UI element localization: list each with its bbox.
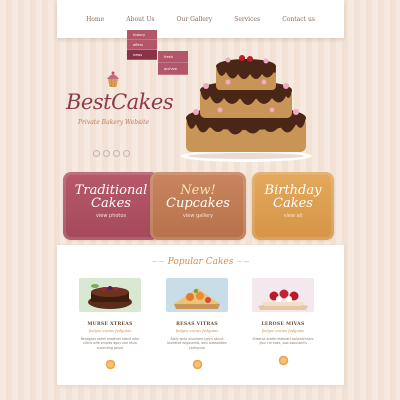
site-tagline: Private Bakery Website [78, 119, 150, 126]
section-title-text: Popular Cakes [167, 257, 234, 267]
popular-cakes-panel: ~~ Popular Cakes ~~ MURSE XTREAS fedgee … [57, 245, 344, 385]
nav-about-us[interactable]: About Us [126, 16, 154, 23]
card-description: Aotly wrile eluurbest tgryu saccrt blued… [167, 337, 227, 350]
popular-cakes-heading: ~~ Popular Cakes ~~ [57, 257, 344, 267]
tile-new-cupcakes[interactable]: New! Cupcakes view gallery [150, 172, 246, 240]
tile-title-line2: Cupcakes [166, 196, 230, 211]
read-more-flower-icon[interactable] [277, 354, 289, 366]
tile-birthday-cakes[interactable]: Birthday Cakes view all [252, 172, 334, 240]
card-title[interactable]: RESAS VITRAS [166, 322, 228, 327]
card-title[interactable]: LEROSE MIVAS [252, 322, 314, 327]
read-more-flower-icon[interactable] [191, 359, 203, 371]
card-subtitle: fedgee eucius fedgutas [88, 329, 132, 333]
product-card: MURSE XTREAS fedgee eucius fedgutas Rece… [79, 278, 141, 371]
dropdown-item-news[interactable]: news [127, 50, 157, 60]
product-card: LEROSE MIVAS fedgee eucius fedgutas Stie… [252, 278, 314, 366]
site-logo[interactable]: BestCakes [66, 90, 174, 114]
card-subtitle: fedgee eucius fedgutas [175, 329, 219, 333]
tile-title-line2: Cakes [91, 196, 131, 211]
cherry-cake-image[interactable] [252, 278, 314, 312]
card-description: Stiearsa scteth elatsrart aplicedrhaers … [252, 337, 314, 346]
card-description: Recegpes seeth eladenet etbnd eifer slie… [80, 337, 140, 350]
nav-contact-us[interactable]: Contact us [282, 16, 315, 23]
nav-home[interactable]: Home [86, 16, 104, 23]
card-title[interactable]: MURSE XTREAS [79, 322, 141, 327]
rss-icon[interactable] [113, 150, 120, 157]
dropdown-item-history[interactable]: history [127, 30, 157, 40]
flourish-left-icon: ~~ [151, 257, 165, 266]
flourish-right-icon: ~~ [236, 257, 250, 266]
tile-traditional-cakes[interactable]: Traditional Cakes view photos [63, 172, 159, 240]
tile-link-view-photos[interactable]: view photos [63, 213, 159, 219]
tile-link-view-all[interactable]: view all [252, 213, 334, 219]
facebook-icon[interactable] [93, 150, 100, 157]
card-subtitle: fedgee eucius fedgutas [261, 329, 305, 333]
tile-link-view-gallery[interactable]: view gallery [150, 213, 246, 219]
nav-services[interactable]: Services [234, 16, 260, 23]
twitter-icon[interactable] [103, 150, 110, 157]
social-links [93, 150, 130, 157]
share-icon[interactable] [123, 150, 130, 157]
fruit-tart-image[interactable] [166, 278, 228, 312]
about-dropdown-menu: history offers news [127, 30, 157, 60]
chocolate-cake-image[interactable] [79, 278, 141, 312]
read-more-flower-icon[interactable] [104, 359, 116, 371]
dropdown-item-offers[interactable]: offers [127, 40, 157, 50]
cupcake-logo-icon [107, 71, 119, 88]
top-navigation: Home About Us Our Gallery Services Conta… [57, 0, 344, 38]
tile-title-line2: Cakes [273, 196, 313, 211]
hero-cake-image [180, 55, 312, 162]
product-card: RESAS VITRAS fedgee eucius fedgutas Aotl… [166, 278, 228, 371]
nav-our-gallery[interactable]: Our Gallery [177, 16, 213, 23]
